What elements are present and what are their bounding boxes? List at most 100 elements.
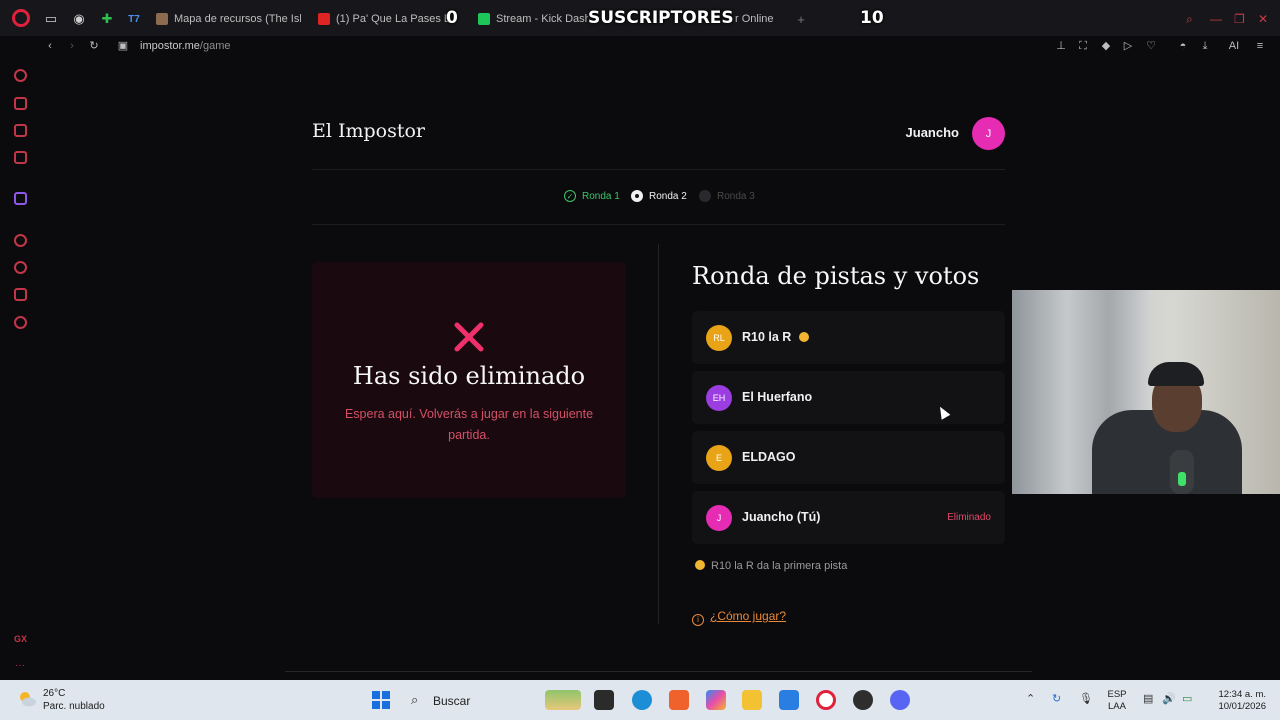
more-icon[interactable]: ··· [15, 660, 25, 671]
partly-cloudy-icon [20, 692, 36, 707]
search-tabs-icon[interactable]: ⌕ [1186, 12, 1193, 27]
subscriber-count-right: 10 [860, 8, 884, 28]
lock-icon: ▣ [117, 40, 129, 52]
subscriber-count-left: 0 [446, 8, 458, 28]
player-avatar: RL [706, 325, 732, 351]
opera-gx-taskbar-icon[interactable] [816, 690, 836, 710]
search-highlight-icon[interactable] [545, 690, 581, 710]
snapshot-icon[interactable]: ⛶ [1077, 40, 1089, 52]
history-icon[interactable] [14, 261, 27, 274]
ai-button[interactable]: AI [1224, 40, 1244, 52]
minimize-icon[interactable]: — [1210, 12, 1222, 26]
round-label: Ronda 2 [649, 190, 687, 202]
avatar[interactable]: J [972, 117, 1005, 150]
shield-icon[interactable]: ◆ [1100, 40, 1112, 52]
keyboard-layout: LAA [1108, 701, 1126, 712]
cake-icon[interactable] [14, 97, 27, 110]
close-x-icon [454, 322, 484, 352]
opera-logo-icon[interactable] [12, 9, 30, 27]
eliminated-title: Has sido eliminado [352, 362, 586, 390]
rounds-divider [312, 224, 1005, 225]
webcam-overlay [1012, 290, 1280, 494]
status-badge: Eliminado [947, 512, 991, 523]
sync-icon[interactable]: ↻ [1052, 692, 1061, 705]
battery-icon[interactable]: ▭ [1182, 692, 1192, 705]
aria-icon[interactable] [14, 69, 27, 82]
t7-icon[interactable]: T7 [123, 8, 145, 30]
menu-icon[interactable]: ≡ [1254, 40, 1266, 52]
clock[interactable]: 12:34 a. m. 10/01/2026 [1206, 689, 1266, 713]
date: 10/01/2026 [1218, 701, 1266, 712]
outlook-icon[interactable] [779, 690, 799, 710]
heart-icon[interactable]: ♡ [1145, 40, 1157, 52]
twitch-icon[interactable] [14, 192, 27, 205]
microphone-tray-icon[interactable]: 🎙 [1079, 692, 1093, 705]
player-name: Juancho (Tú) [742, 510, 821, 524]
weather-description[interactable]: Parc. nublado [43, 701, 105, 712]
hint-text: R10 la R da la primera pista [711, 560, 848, 572]
url-field[interactable]: impostor.me/game [140, 40, 231, 52]
play-icon[interactable]: ▷ [1122, 40, 1134, 52]
file-explorer-icon[interactable] [742, 690, 762, 710]
new-tab-plus-icon[interactable]: + [790, 8, 812, 30]
streamer-cap [1148, 362, 1204, 386]
header-divider [312, 169, 1005, 170]
brave-icon[interactable] [669, 690, 689, 710]
player-row[interactable]: EH El Huerfano [692, 371, 1005, 424]
download-icon[interactable]: ⤓ [1199, 40, 1211, 52]
sheets-icon[interactable]: ✚ [96, 8, 118, 30]
tab-mapa-recursos[interactable]: Mapa de recursos (The Isl [156, 8, 301, 30]
turn-sun-icon [799, 332, 810, 342]
crypto-wallet-icon[interactable] [14, 124, 27, 137]
back-icon[interactable]: ‹ [44, 40, 56, 52]
round-label: Ronda 1 [582, 190, 620, 202]
player-name: El Huerfano [742, 390, 813, 404]
extensions-icon[interactable] [14, 288, 27, 301]
restore-icon[interactable]: ❐ [1234, 12, 1245, 26]
volume-icon[interactable]: 🔊 [1162, 692, 1176, 705]
reload-icon[interactable]: ↻ [88, 40, 100, 52]
obs-taskbar-icon[interactable] [853, 690, 873, 710]
tab-youtube[interactable]: (1) Pa' Que La Pases Bie [318, 8, 448, 30]
url-host: impostor.me [140, 40, 200, 52]
gx-icon[interactable]: GX [14, 634, 27, 644]
language-code: ESP [1107, 689, 1127, 700]
forward-icon[interactable]: › [66, 40, 78, 52]
player-row[interactable]: E ELDAGO [692, 431, 1005, 484]
kick-icon [478, 13, 490, 25]
sun-icon [695, 560, 705, 570]
obs-icon[interactable]: ◉ [68, 8, 90, 30]
info-icon: i [692, 614, 704, 626]
tab-impostor[interactable]: r Online [735, 8, 790, 30]
task-view-icon[interactable] [594, 690, 614, 710]
player-icon[interactable] [14, 234, 27, 247]
profile-icon[interactable]: ◓ [1177, 40, 1189, 52]
round-indicator-3: Ronda 3 [699, 190, 755, 202]
gamepad-icon[interactable]: ▭ [40, 8, 62, 30]
turn-hint: R10 la R da la primera pista [695, 560, 847, 572]
column-divider [658, 244, 659, 624]
edge-icon[interactable] [632, 690, 652, 710]
messenger-icon[interactable] [14, 151, 27, 164]
copilot-icon[interactable] [706, 690, 726, 710]
weather-temperature[interactable]: 26°C [43, 688, 65, 699]
tray-chevron-icon[interactable]: ⌃ [1026, 692, 1035, 705]
settings-gear-icon[interactable] [14, 316, 27, 329]
network-icon[interactable]: ▤ [1143, 692, 1153, 705]
footer-divider [285, 671, 1032, 672]
tab-favicon-icon [156, 13, 168, 25]
tab-kick[interactable]: Stream - Kick Dashb [478, 8, 588, 30]
discord-icon[interactable] [890, 690, 910, 710]
close-window-icon[interactable]: ✕ [1258, 12, 1268, 26]
player-row[interactable]: RL R10 la R [692, 311, 1005, 364]
check-icon: ✓ [564, 190, 576, 202]
player-row[interactable]: J Juancho (Tú) Eliminado [692, 491, 1005, 544]
windows-start-icon[interactable] [372, 691, 390, 709]
language-indicator[interactable]: ESP LAA [1104, 689, 1130, 713]
subscribers-overlay-title: SUSCRIPTORES [588, 8, 734, 28]
app-title[interactable]: El Impostor [312, 120, 425, 142]
how-to-play-link[interactable]: i ¿Cómo jugar? [692, 609, 786, 626]
tab-label: Mapa de recursos (The Isl [174, 13, 301, 25]
pin-icon[interactable]: ⊥ [1055, 40, 1067, 52]
player-avatar: J [706, 505, 732, 531]
